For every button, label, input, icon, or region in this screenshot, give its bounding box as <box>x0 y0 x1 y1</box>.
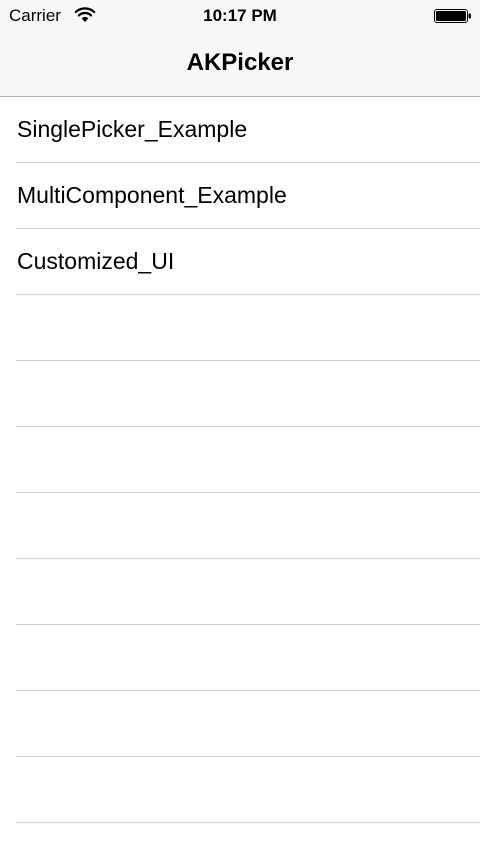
table-row-singlepicker-example[interactable]: SinglePicker_Example <box>16 97 480 163</box>
table-row-empty <box>16 823 480 852</box>
table-row-empty <box>16 691 480 757</box>
status-time: 10:17 PM <box>203 6 277 25</box>
table-row-empty <box>16 625 480 691</box>
table-row-empty <box>16 559 480 625</box>
navigation-header: Carrier 10:17 PM AKPicker <box>0 0 480 97</box>
app-screen: Carrier 10:17 PM AKPicker SinglePicker_E… <box>0 0 480 852</box>
row-label: SinglePicker_Example <box>17 116 248 142</box>
table-row-empty <box>16 757 480 823</box>
table-row-empty <box>16 295 480 361</box>
status-bar: Carrier 10:17 PM <box>0 0 480 32</box>
battery-icon <box>434 9 471 23</box>
table-view[interactable]: SinglePicker_Example MultiComponent_Exam… <box>0 97 480 852</box>
table-row-customized-ui[interactable]: Customized_UI <box>16 229 480 295</box>
row-label: Customized_UI <box>17 248 175 274</box>
table-row-empty <box>16 361 480 427</box>
table-row-multicomponent-example[interactable]: MultiComponent_Example <box>16 163 480 229</box>
table-row-empty <box>16 493 480 559</box>
table-row-empty <box>16 427 480 493</box>
row-label: MultiComponent_Example <box>17 182 287 208</box>
nav-title: AKPicker <box>186 49 294 76</box>
